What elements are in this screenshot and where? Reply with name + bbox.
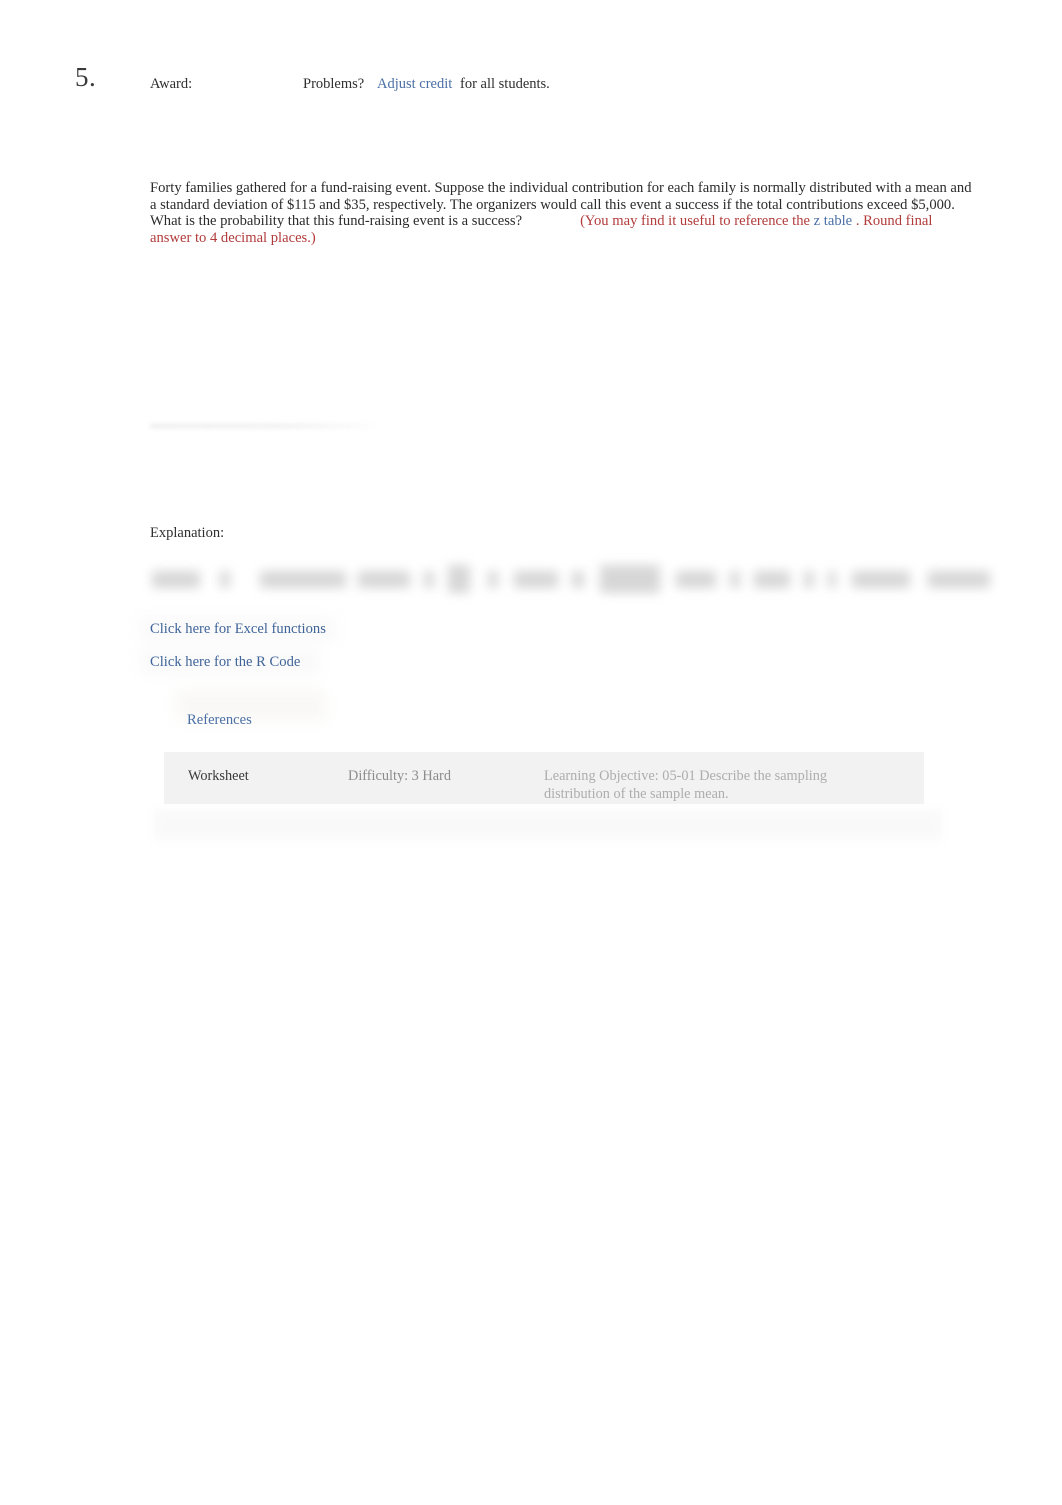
- excel-functions-link[interactable]: Click here for Excel functions: [150, 621, 326, 638]
- reference-learning-objective: Learning Objective: 05-01 Describe the s…: [544, 768, 828, 802]
- award-label: Award:: [150, 76, 193, 92]
- adjust-credit-link[interactable]: Adjust credit: [377, 76, 452, 93]
- question-number: 5.: [75, 62, 97, 92]
- hint-prefix: (You may find it useful to reference the: [580, 213, 810, 230]
- assignment-question-page: 5. Award: Problems? Adjust credit for al…: [0, 0, 1062, 1505]
- question-text: Forty families gathered for a fund-raisi…: [150, 180, 972, 247]
- z-table-link[interactable]: z table: [814, 213, 853, 229]
- for-all-students-label: for all students.: [460, 76, 550, 92]
- redacted-divider: [150, 424, 380, 428]
- references-bottom-edge: [154, 810, 942, 840]
- redacted-formula-image: [148, 563, 1016, 597]
- problems-label: Problems?: [303, 76, 365, 92]
- r-code-link[interactable]: Click here for the R Code: [150, 654, 300, 671]
- reference-type: Worksheet: [188, 768, 249, 784]
- award-value: [205, 76, 285, 92]
- reference-difficulty: Difficulty: 3 Hard: [348, 768, 451, 784]
- references-link[interactable]: References: [187, 712, 252, 729]
- explanation-label: Explanation:: [150, 525, 225, 541]
- references-section: References Worksheet Difficulty: 3 Hard …: [152, 690, 942, 842]
- answer-response-area[interactable]: [150, 258, 980, 438]
